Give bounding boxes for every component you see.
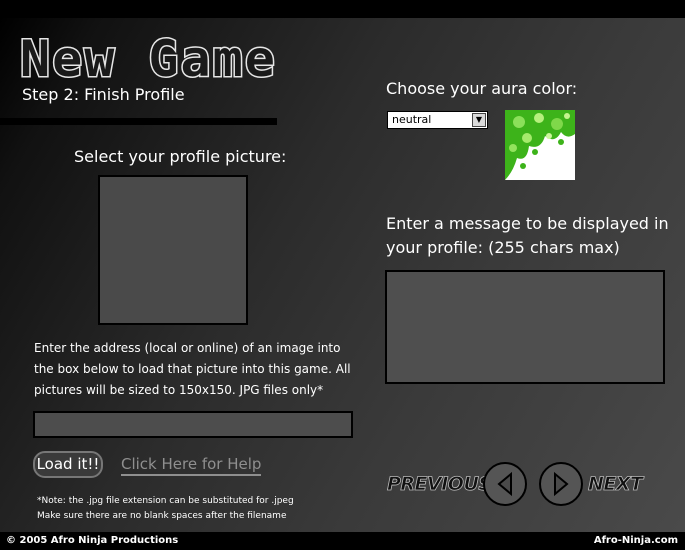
profile-picture-heading: Select your profile picture: xyxy=(74,147,287,166)
footer: © 2005 Afro Ninja Productions Afro-Ninja… xyxy=(0,532,685,550)
step-subtitle: Step 2: Finish Profile xyxy=(22,85,185,104)
top-bar xyxy=(0,0,685,18)
aura-preview xyxy=(505,110,575,180)
picture-instructions: Enter the address (local or online) of a… xyxy=(34,341,351,397)
message-heading-line-1: Enter a message to be displayed in xyxy=(386,214,669,233)
right-arrow-icon xyxy=(554,471,569,497)
profile-message-input[interactable] xyxy=(385,270,665,384)
aura-selected-value: neutral xyxy=(392,113,432,126)
image-url-input[interactable] xyxy=(33,411,353,438)
title-divider xyxy=(0,118,277,125)
load-button[interactable]: Load it!! xyxy=(33,451,103,478)
profile-picture-preview xyxy=(98,175,248,325)
next-label[interactable]: NEXT xyxy=(588,473,644,496)
copyright-text: © 2005 Afro Ninja Productions xyxy=(6,535,179,546)
file-note: *Note: the .jpg file extension can be su… xyxy=(37,494,294,524)
site-link[interactable]: Afro-Ninja.com xyxy=(594,532,678,550)
aura-heading: Choose your aura color: xyxy=(386,79,578,98)
aura-color-select[interactable]: neutral ▼ xyxy=(387,111,488,129)
message-heading-line-2: your profile: (255 chars max) xyxy=(386,238,620,257)
help-link[interactable]: Click Here for Help xyxy=(121,455,262,476)
dropdown-arrow-icon[interactable]: ▼ xyxy=(472,113,486,127)
file-note-line-2: Make sure there are no blank spaces afte… xyxy=(37,511,287,521)
file-note-line-1: *Note: the .jpg file extension can be su… xyxy=(37,496,294,506)
previous-button[interactable] xyxy=(483,462,527,506)
left-arrow-icon xyxy=(497,471,512,497)
game-screen: New Game Step 2: Finish Profile Select y… xyxy=(0,0,685,550)
page-title: New Game xyxy=(19,30,277,88)
next-button[interactable] xyxy=(539,462,583,506)
aura-splash-icon xyxy=(505,110,575,180)
previous-label[interactable]: PREVIOUS xyxy=(387,473,493,496)
